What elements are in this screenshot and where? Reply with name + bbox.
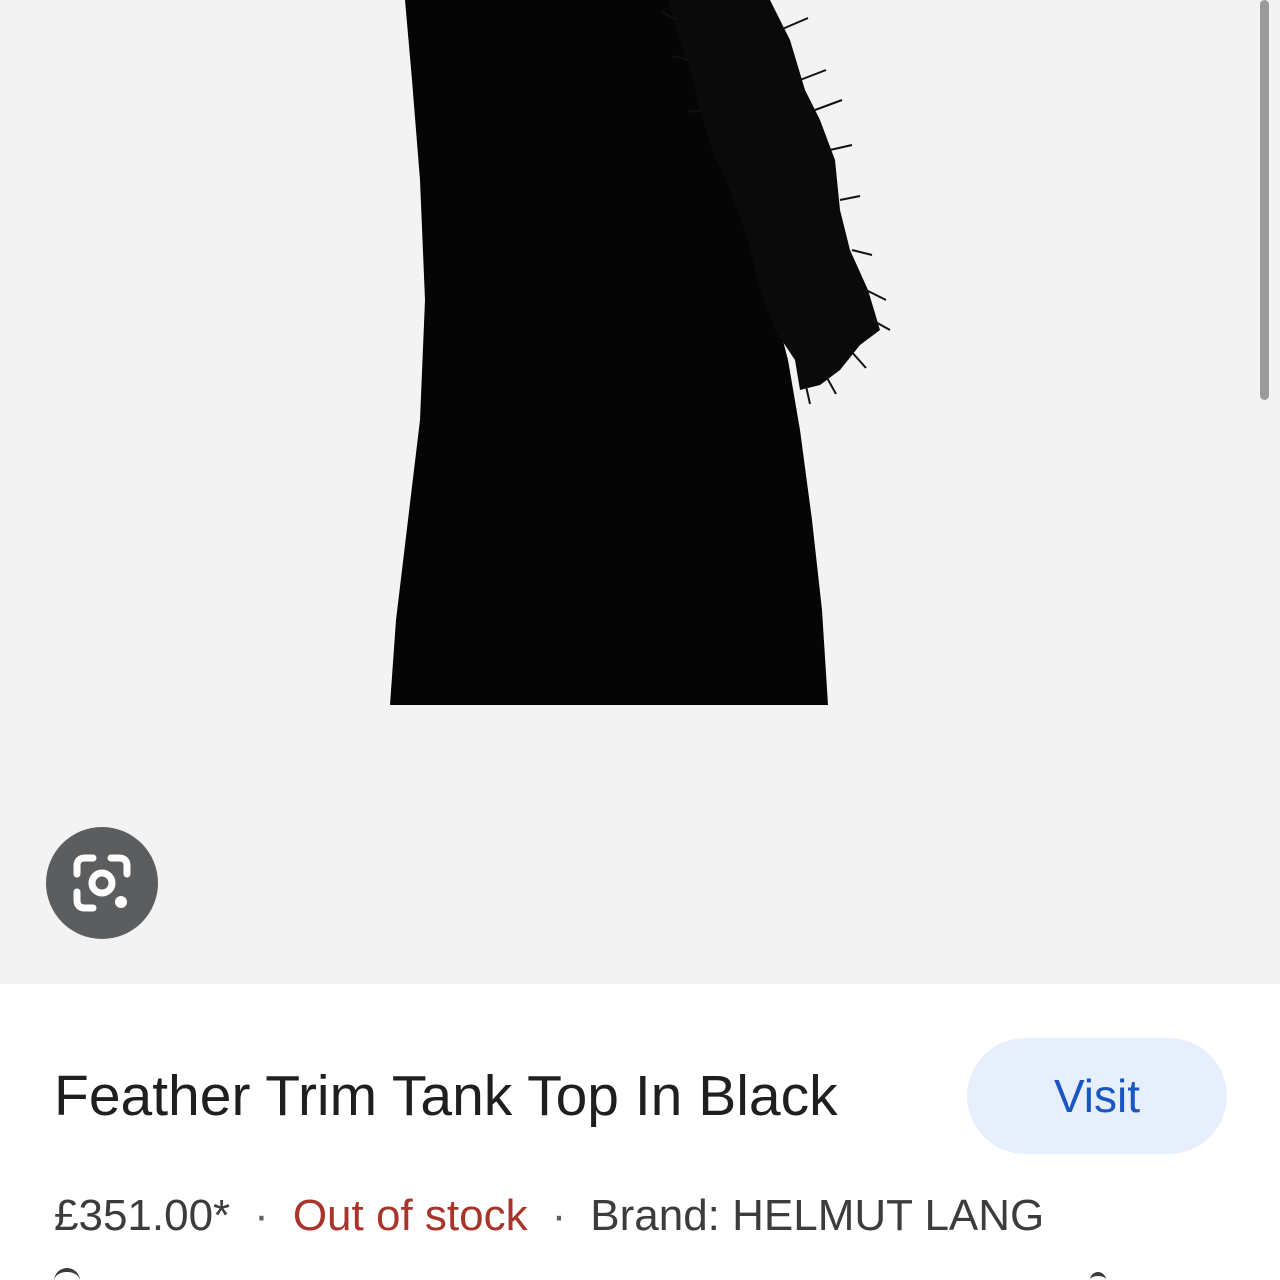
product-price: £351.00* bbox=[54, 1191, 231, 1240]
product-result-viewer: Feather Trim Tank Top In Black Visit £35… bbox=[0, 0, 1280, 1280]
meta-separator: · bbox=[551, 1191, 567, 1240]
google-lens-icon bbox=[73, 854, 131, 912]
scrollbar[interactable] bbox=[1260, 0, 1269, 400]
product-image-pane[interactable] bbox=[0, 0, 1280, 984]
product-brand: Brand: HELMUT LANG bbox=[590, 1191, 1045, 1240]
visit-button[interactable]: Visit bbox=[967, 1038, 1227, 1154]
product-title[interactable]: Feather Trim Tank Top In Black bbox=[54, 1060, 838, 1132]
product-image bbox=[0, 0, 1280, 984]
google-lens-button[interactable] bbox=[46, 827, 158, 939]
meta-separator: · bbox=[254, 1191, 269, 1240]
availability-status: Out of stock bbox=[292, 1191, 528, 1240]
product-meta-row: £351.00* · Out of stock · Brand: HELMUT … bbox=[54, 1188, 1044, 1244]
